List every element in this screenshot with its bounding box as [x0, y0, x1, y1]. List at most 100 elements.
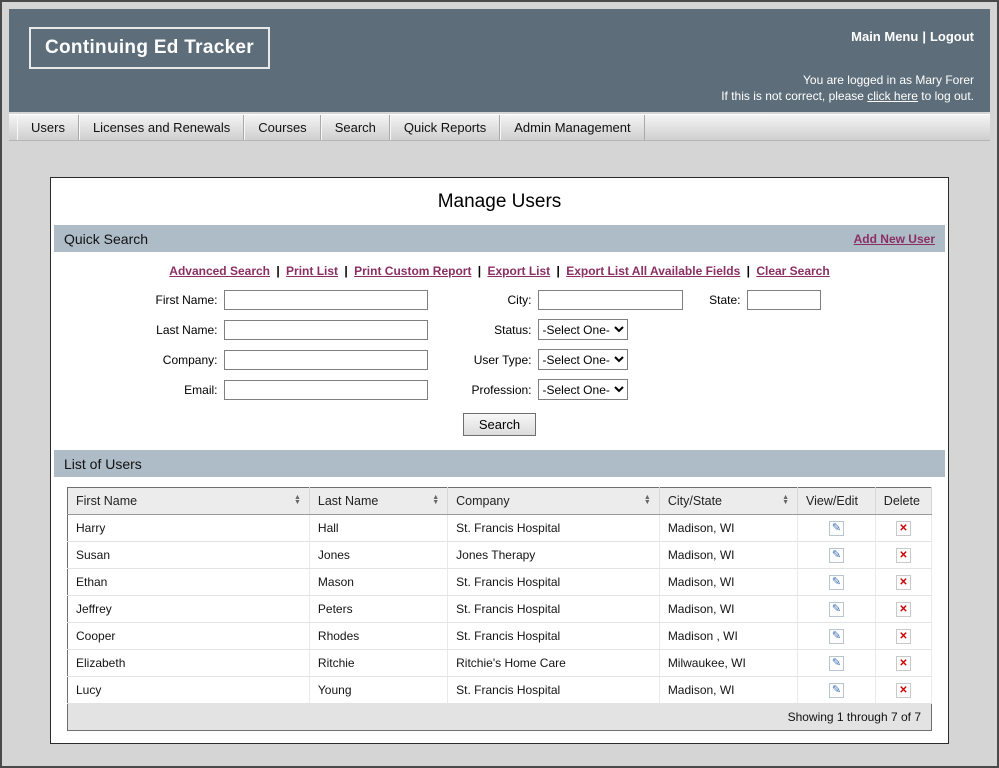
clear-search-link[interactable]: Clear Search — [756, 264, 829, 278]
cell-view-edit — [798, 650, 876, 677]
profession-select[interactable]: -Select One- — [538, 379, 628, 400]
site-header: Continuing Ed Tracker Main Menu|Logout Y… — [9, 9, 990, 112]
users-table: First Name Last Name Company City/State … — [67, 487, 932, 704]
list-of-users-header: List of Users — [54, 450, 945, 477]
delete-icon[interactable] — [896, 656, 911, 671]
edit-icon[interactable] — [829, 548, 844, 563]
column-label: Delete — [884, 494, 920, 508]
edit-icon[interactable] — [829, 521, 844, 536]
quick-search-header: Quick Search Add New User — [54, 225, 945, 252]
nav-item-users[interactable]: Users — [17, 115, 79, 140]
cell-company: Jones Therapy — [448, 542, 660, 569]
logged-in-as: You are logged in as Mary Forer — [721, 73, 974, 89]
cell-first-name: Susan — [68, 542, 310, 569]
main-nav: Users Licenses and Renewals Courses Sear… — [9, 114, 990, 141]
export-list-link[interactable]: Export List — [488, 264, 551, 278]
column-header-company[interactable]: Company — [448, 488, 660, 515]
company-input[interactable] — [224, 350, 428, 370]
state-input[interactable] — [747, 290, 821, 310]
pagination-status: Showing 1 through 7 of 7 — [67, 704, 932, 731]
cell-delete — [875, 569, 931, 596]
last-name-label: Last Name: — [122, 323, 218, 337]
cell-first-name: Cooper — [68, 623, 310, 650]
edit-icon[interactable] — [829, 575, 844, 590]
main-menu-link[interactable]: Main Menu — [851, 29, 918, 44]
cell-city-state: Madison , WI — [659, 623, 797, 650]
search-button[interactable]: Search — [463, 413, 536, 436]
first-name-input[interactable] — [224, 290, 428, 310]
nav-item-quick-reports[interactable]: Quick Reports — [390, 115, 500, 140]
cell-view-edit — [798, 515, 876, 542]
sort-icon[interactable] — [644, 495, 651, 506]
logout-link[interactable]: Logout — [930, 29, 974, 44]
sort-icon[interactable] — [294, 495, 301, 506]
last-name-input[interactable] — [224, 320, 428, 340]
table-row: Elizabeth Ritchie Ritchie's Home Care Mi… — [68, 650, 932, 677]
cell-view-edit — [798, 623, 876, 650]
search-button-row: Search — [54, 409, 945, 450]
advanced-search-link[interactable]: Advanced Search — [169, 264, 270, 278]
nav-item-admin-management[interactable]: Admin Management — [500, 115, 644, 140]
user-type-select[interactable]: -Select One- — [538, 349, 628, 370]
table-header-row: First Name Last Name Company City/State … — [68, 488, 932, 515]
toolbar-separator: | — [475, 264, 484, 278]
status-select[interactable]: -Select One- — [538, 319, 628, 340]
delete-icon[interactable] — [896, 602, 911, 617]
export-list-all-fields-link[interactable]: Export List All Available Fields — [566, 264, 740, 278]
email-label: Email: — [122, 383, 218, 397]
sort-icon[interactable] — [432, 495, 439, 506]
cell-company: St. Francis Hospital — [448, 677, 660, 704]
page-title: Manage Users — [54, 178, 945, 225]
delete-icon[interactable] — [896, 683, 911, 698]
first-name-label: First Name: — [122, 293, 218, 307]
cell-city-state: Madison, WI — [659, 596, 797, 623]
cell-delete — [875, 542, 931, 569]
delete-icon[interactable] — [896, 521, 911, 536]
delete-icon[interactable] — [896, 629, 911, 644]
quick-search-title: Quick Search — [64, 231, 148, 247]
cell-last-name: Jones — [309, 542, 447, 569]
nav-item-search[interactable]: Search — [321, 115, 390, 140]
cell-view-edit — [798, 596, 876, 623]
edit-icon[interactable] — [829, 602, 844, 617]
table-row: Ethan Mason St. Francis Hospital Madison… — [68, 569, 932, 596]
app-window: Continuing Ed Tracker Main Menu | Logout Y… — [0, 0, 999, 768]
table-row: Lucy Young St. Francis Hospital Madison,… — [68, 677, 932, 704]
nav-item-licenses-and-renewals[interactable]: Licenses and Renewals — [79, 115, 244, 140]
nav-item-courses[interactable]: Courses — [244, 115, 320, 140]
status-label: Status: — [428, 323, 532, 337]
print-list-link[interactable]: Print List — [286, 264, 338, 278]
column-label: City/State — [668, 494, 722, 508]
cell-company: St. Francis Hospital — [448, 623, 660, 650]
column-header-last-name[interactable]: Last Name — [309, 488, 447, 515]
delete-icon[interactable] — [896, 548, 911, 563]
cell-city-state: Madison, WI — [659, 515, 797, 542]
cell-view-edit — [798, 677, 876, 704]
add-new-user-link[interactable]: Add New User — [854, 232, 935, 246]
cell-first-name: Lucy — [68, 677, 310, 704]
edit-icon[interactable] — [829, 683, 844, 698]
cell-delete — [875, 623, 931, 650]
cell-last-name: Rhodes — [309, 623, 447, 650]
sort-icon[interactable] — [782, 495, 789, 506]
form-row: Last Name: Status: -Select One- — [122, 319, 878, 340]
cell-first-name: Elizabeth — [68, 650, 310, 677]
quick-search-form: First Name: City: State: Last Name: Stat… — [122, 290, 878, 400]
print-custom-report-link[interactable]: Print Custom Report — [354, 264, 471, 278]
app-logo: Continuing Ed Tracker — [29, 27, 270, 69]
column-header-first-name[interactable]: First Name — [68, 488, 310, 515]
app-container: Continuing Ed Tracker Main Menu | Logout Y… — [9, 9, 990, 744]
edit-icon[interactable] — [829, 656, 844, 671]
click-here-link[interactable]: click here — [867, 89, 918, 103]
column-header-delete: Delete — [875, 488, 931, 515]
edit-icon[interactable] — [829, 629, 844, 644]
city-input[interactable] — [538, 290, 683, 310]
column-label: First Name — [76, 494, 137, 508]
cell-view-edit — [798, 542, 876, 569]
delete-icon[interactable] — [896, 575, 911, 590]
state-label: State: — [683, 293, 741, 307]
cell-last-name: Young — [309, 677, 447, 704]
column-label: View/Edit — [806, 494, 858, 508]
column-header-city-state[interactable]: City/State — [659, 488, 797, 515]
email-input[interactable] — [224, 380, 428, 400]
